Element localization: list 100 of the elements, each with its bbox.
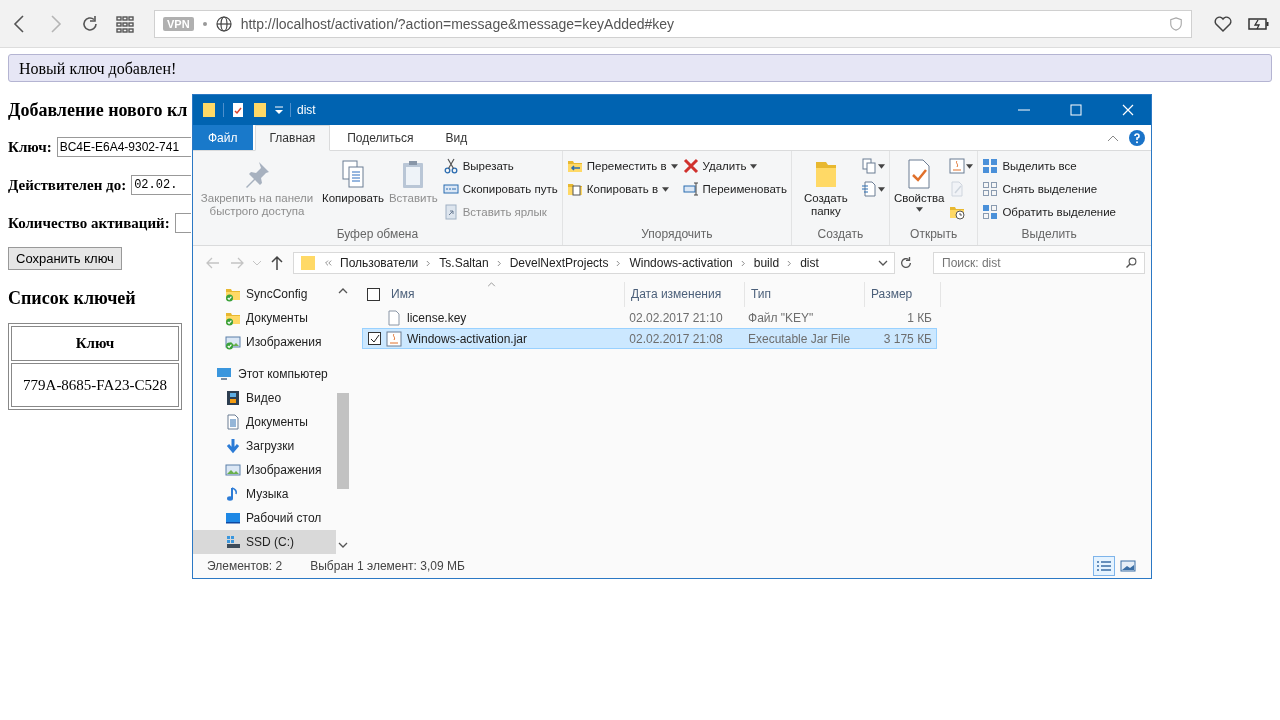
input-field[interactable]: [174, 213, 191, 233]
chevron-icon[interactable]: [787, 259, 793, 267]
chevron-icon[interactable]: [616, 259, 622, 267]
save-button[interactable]: Сохранить ключ: [8, 247, 122, 270]
java-file-icon: [949, 158, 966, 174]
ribbon-tab[interactable]: Вид: [430, 125, 483, 150]
folder-arrow-icon: [566, 158, 583, 174]
file-type: Файл "KEY": [747, 310, 815, 325]
list-icon: [1096, 560, 1112, 572]
window-title: dist: [297, 103, 316, 117]
status-text: Выбран 1 элемент: 3,09 МБ: [310, 559, 465, 573]
ribbon-tab[interactable]: Главная: [254, 125, 331, 151]
up-arrow-icon[interactable]: [269, 255, 285, 271]
nav-item[interactable]: Документы: [193, 410, 336, 434]
column-header[interactable]: Размер: [865, 282, 941, 307]
ribbon-tab[interactable]: Поделиться: [332, 125, 429, 150]
nav-item[interactable]: SyncConfig: [193, 282, 336, 306]
breadcrumb[interactable]: Windows-activation: [629, 256, 733, 270]
search-icon[interactable]: [1125, 257, 1137, 269]
document-icon: [860, 181, 877, 197]
nav-item[interactable]: Изображения: [193, 330, 336, 354]
caret-icon: [662, 186, 670, 192]
refresh-icon[interactable]: [899, 256, 913, 270]
collapse-ribbon-icon[interactable]: [1107, 133, 1119, 142]
ribbon-button[interactable]: Скопировать путь: [440, 178, 560, 200]
nav-item[interactable]: Видео: [193, 386, 336, 410]
nav-item[interactable]: Этот компьютер: [193, 362, 336, 386]
section-heading: Список ключей: [8, 288, 137, 309]
chevron-icon[interactable]: [426, 259, 432, 267]
caret-icon: [877, 163, 885, 169]
ribbon-button[interactable]: Свойства: [891, 155, 947, 215]
scrollbar-thumb[interactable]: [337, 393, 349, 489]
breadcrumb[interactable]: build: [753, 256, 780, 270]
folder-icon[interactable]: [201, 102, 217, 118]
file-size: 1 КБ: [906, 310, 933, 325]
caret-icon[interactable]: [878, 260, 888, 266]
ribbon-button[interactable]: Удалить: [680, 155, 789, 177]
help-icon[interactable]: [1129, 129, 1145, 146]
column-header[interactable]: Дата изменения: [625, 282, 745, 307]
folder-icon[interactable]: [252, 102, 268, 118]
search-field[interactable]: Поиск: dist: [933, 252, 1145, 274]
path-icon: [442, 181, 459, 197]
section-heading: Добавление нового кл: [8, 100, 189, 121]
image-icon: [225, 462, 241, 478]
dropdown-icon[interactable]: [274, 105, 284, 115]
checkbox[interactable]: [367, 288, 380, 301]
scroll-up-icon[interactable]: [338, 288, 348, 294]
nav-item[interactable]: Изображения: [193, 458, 336, 482]
caret-icon: [750, 163, 758, 169]
file-row[interactable]: license.key 02.02.2017 21:10 Файл "KEY" 1 КБ: [362, 307, 937, 328]
group-label: Открыть: [909, 226, 959, 243]
breadcrumb[interactable]: Ts.Saltan: [439, 256, 489, 270]
input-field[interactable]: BC4E-E6A4-9302-741: [56, 137, 191, 157]
breadcrumb[interactable]: dist: [800, 256, 819, 270]
ribbon-button[interactable]: Переименовать: [680, 178, 789, 200]
heart-icon[interactable]: [1213, 13, 1233, 34]
reload-icon[interactable]: [80, 13, 100, 34]
chevron-icon[interactable]: [496, 259, 502, 267]
dot-icon: [202, 21, 207, 26]
file-size: 3 175 КБ: [882, 331, 933, 346]
globe-icon: [215, 15, 232, 32]
input-field[interactable]: 02.02.: [131, 175, 191, 195]
ribbon-button[interactable]: Обратить выделение: [980, 201, 1118, 223]
folder-icon: [300, 255, 316, 271]
ribbon-button[interactable]: Копировать в: [564, 178, 680, 200]
folder-check-icon: [225, 310, 241, 326]
ribbon-tab[interactable]: Файл: [193, 125, 253, 150]
scroll-down-icon[interactable]: [338, 542, 348, 548]
status-text: Элементов: 2: [207, 559, 283, 573]
details-view-button[interactable]: [1093, 556, 1115, 576]
column-header[interactable]: Имя: [385, 282, 625, 307]
close-icon[interactable]: [1122, 104, 1134, 116]
drive-icon: [225, 534, 241, 550]
maximize-icon[interactable]: [1070, 104, 1082, 116]
breadcrumb[interactable]: Пользователи: [340, 256, 419, 270]
address-field[interactable]: Пользователи Ts.Saltan DevelNextProjects Windows-activation build dist: [293, 252, 895, 274]
apps-grid-icon[interactable]: [115, 13, 135, 34]
column-header[interactable]: Тип: [745, 282, 865, 307]
ribbon-button[interactable]: Снять выделение: [980, 178, 1118, 200]
checkbox[interactable]: [368, 332, 381, 345]
computer-icon: [215, 366, 233, 382]
ribbon-button[interactable]: Выделить все: [980, 155, 1118, 177]
breadcrumb[interactable]: DevelNextProjects: [509, 256, 609, 270]
nav-item[interactable]: Документы: [193, 306, 336, 330]
chevron-icon[interactable]: [740, 259, 746, 267]
nav-item[interactable]: SSD (C:): [193, 530, 336, 554]
ribbon-button[interactable]: Копировать: [320, 155, 386, 208]
ribbon-button[interactable]: [947, 155, 976, 177]
file-row[interactable]: Windows-activation.jar 02.02.2017 21:08 Executable Jar File 3 175 КБ: [362, 328, 937, 349]
file-type: Executable Jar File: [747, 331, 852, 346]
ribbon-button[interactable]: Создать папку: [793, 155, 858, 221]
image-check-icon: [225, 334, 241, 350]
nav-item[interactable]: Рабочий стол: [193, 506, 336, 530]
file-date: 02.02.2017 21:08: [628, 331, 724, 346]
properties-icon[interactable]: [230, 102, 246, 118]
nav-item[interactable]: Загрузки: [193, 434, 336, 458]
ribbon-button[interactable]: Переместить в: [564, 155, 680, 177]
ribbon-button[interactable]: Вырезать: [440, 155, 560, 177]
nav-item[interactable]: Музыка: [193, 482, 336, 506]
documents-icon: [860, 158, 877, 174]
